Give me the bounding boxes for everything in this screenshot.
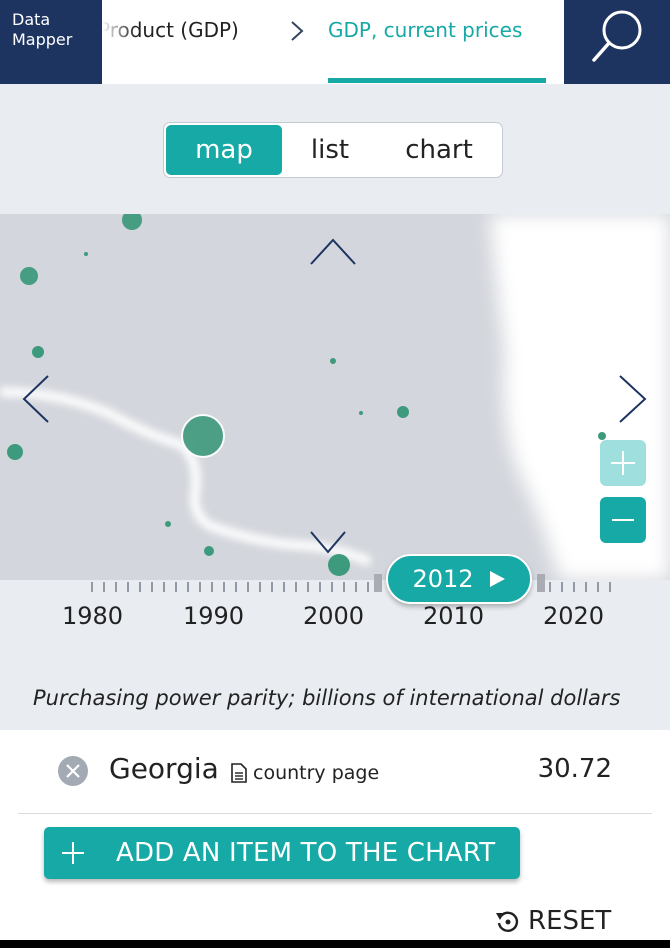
breadcrumb-current[interactable]: GDP, current prices xyxy=(328,18,522,42)
selected-year: 2012 xyxy=(412,565,474,593)
country-bubble xyxy=(122,214,142,230)
tick-label: 1990 xyxy=(183,602,245,630)
tick-label: 2010 xyxy=(423,602,485,630)
selected-items-panel: Georgia country page 30.72 ADD AN ITEM T… xyxy=(0,730,670,948)
bottom-bar xyxy=(0,940,670,948)
zoom-in-button[interactable] xyxy=(600,440,646,486)
list-item: Georgia country page 30.72 xyxy=(18,730,652,814)
map-canvas xyxy=(0,214,670,580)
plus-icon xyxy=(611,451,635,475)
minus-icon xyxy=(612,519,634,521)
tab-chart[interactable]: chart xyxy=(378,125,500,175)
item-value: 30.72 xyxy=(537,754,612,784)
country-bubble xyxy=(84,252,88,256)
breadcrumb-fade xyxy=(102,0,136,84)
tick-label: 2000 xyxy=(303,602,365,630)
country-bubble xyxy=(204,546,214,556)
reset-label: RESET xyxy=(528,906,612,936)
country-bubble xyxy=(598,432,606,440)
search-button[interactable] xyxy=(564,0,670,84)
reset-button[interactable]: RESET xyxy=(494,906,611,936)
country-page-link[interactable]: country page xyxy=(229,762,379,784)
breadcrumb: Product (GDP) GDP, current prices xyxy=(102,0,564,84)
tick-label: 1980 xyxy=(62,602,124,630)
document-icon xyxy=(231,763,247,783)
bubble-map[interactable] xyxy=(0,214,670,580)
tab-list[interactable]: list xyxy=(282,125,378,175)
country-bubble xyxy=(32,346,44,358)
add-item-label: ADD AN ITEM TO THE CHART xyxy=(116,838,496,868)
app-header: Data Mapper Product (GDP) GDP, current p… xyxy=(0,0,670,84)
plus-icon xyxy=(44,841,102,865)
country-bubble xyxy=(7,444,23,460)
tab-map[interactable]: map xyxy=(166,125,282,175)
play-icon xyxy=(489,571,505,587)
brand-logo[interactable]: Data Mapper xyxy=(0,0,102,84)
country-bubble xyxy=(165,521,171,527)
country-bubble xyxy=(359,411,363,415)
tick-label: 2020 xyxy=(543,602,605,630)
search-icon xyxy=(592,10,642,62)
year-timeline[interactable]: 1980 1990 2000 2010 2020 xyxy=(0,568,670,638)
breadcrumb-active-indicator xyxy=(328,78,546,83)
close-circle-icon xyxy=(58,756,88,786)
selected-country-bubble xyxy=(181,414,225,458)
item-name: Georgia xyxy=(109,752,219,785)
year-play-button[interactable]: 2012 xyxy=(386,554,532,604)
zoom-out-button[interactable] xyxy=(600,497,646,543)
brand-line-2: Mapper xyxy=(12,30,73,49)
country-bubble xyxy=(20,267,38,285)
view-switcher: map list chart xyxy=(163,122,503,178)
timeline-ticks xyxy=(91,574,611,592)
country-page-label: country page xyxy=(253,762,380,784)
country-bubble xyxy=(330,358,336,364)
country-bubble xyxy=(397,406,409,418)
chevron-right-icon xyxy=(288,16,306,52)
pan-up-icon xyxy=(310,238,356,265)
remove-item-button[interactable] xyxy=(58,756,88,786)
units-note: Purchasing power parity; billions of int… xyxy=(33,686,621,710)
add-item-button[interactable]: ADD AN ITEM TO THE CHART xyxy=(44,827,520,879)
reset-icon xyxy=(496,911,519,932)
